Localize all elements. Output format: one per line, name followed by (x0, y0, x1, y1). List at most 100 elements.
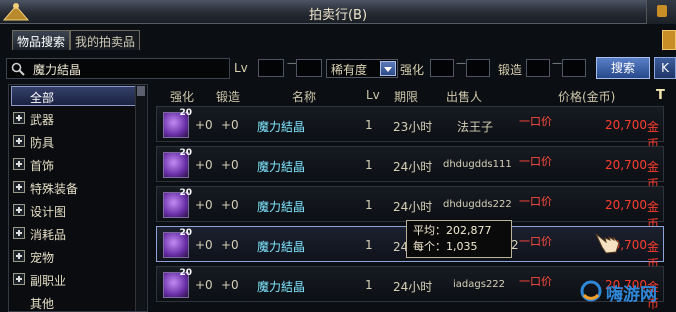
crystal-item-icon: 20 (163, 188, 192, 218)
auction-row[interactable]: 20 +0 +0 魔力結晶 1 24小时 dhdugdds222 一口价 20,… (156, 186, 664, 231)
row-level: 1 (365, 278, 373, 292)
row-enhance: +0 (195, 238, 213, 252)
expand-plus-icon[interactable] (13, 250, 25, 262)
forge-dash: — (552, 58, 562, 69)
category-label: 全部 (30, 91, 55, 105)
item-icon-level: 20 (179, 188, 192, 198)
item-icon-level: 20 (179, 228, 192, 238)
expand-plus-icon[interactable] (13, 273, 25, 285)
item-icon-level: 20 (179, 148, 192, 158)
row-item-name: 魔力結晶 (257, 280, 306, 294)
level-min-input[interactable] (258, 59, 284, 77)
column-header-enhance[interactable]: 强化 (170, 88, 194, 105)
tab-my-auctions[interactable]: 我的拍卖品 (70, 30, 141, 50)
row-duration: 24小时 (393, 160, 433, 174)
category-pet[interactable]: 宠物 (11, 247, 137, 267)
search-button[interactable]: 搜索 (596, 57, 650, 79)
row-price: 20,700 (605, 158, 647, 172)
item-icon-level: 20 (179, 108, 192, 118)
category-list: 全部 武器 防具 首饰 特殊装备 设计图 消耗品 宠物 副职业 其他 (8, 84, 148, 312)
watermark-logo-icon (580, 280, 602, 302)
enhance-min-input[interactable] (430, 59, 454, 77)
chevron-down-icon[interactable] (380, 61, 396, 76)
column-header-duration[interactable]: 期限 (394, 88, 418, 105)
row-duration: 24小时 (393, 200, 433, 214)
row-buynow-label: 一口价 (519, 275, 552, 288)
expand-plus-icon[interactable] (13, 227, 25, 239)
rarity-select[interactable]: 稀有度 (326, 59, 398, 78)
tooltip-each-label: 每个： (413, 240, 446, 253)
row-buynow-label: 一口价 (519, 155, 552, 168)
row-enhance: +0 (195, 198, 213, 212)
category-sub-job[interactable]: 副职业 (11, 270, 137, 290)
category-other[interactable]: 其他 (11, 293, 137, 311)
row-enhance: +0 (195, 278, 213, 292)
auction-row[interactable]: 20 +0 +0 魔力結晶 1 23小时 法王子 一口价 20,700 金币 (156, 106, 664, 151)
tab-item-search[interactable]: 物品搜索 (12, 30, 71, 50)
search-input-value: 魔力結晶 (33, 63, 82, 77)
tooltip-average-line: 平均：202,877 (413, 223, 505, 239)
expand-plus-icon[interactable] (13, 204, 25, 216)
row-item-name: 魔力結晶 (257, 240, 306, 254)
column-header-name[interactable]: 名称 (292, 88, 316, 105)
search-input[interactable]: 魔力結晶 (6, 58, 230, 79)
level-max-input[interactable] (296, 59, 322, 77)
tab-bar: 物品搜索 我的拍卖品 (12, 30, 141, 50)
expand-plus-icon[interactable] (13, 112, 25, 124)
category-blueprint[interactable]: 设计图 (11, 201, 137, 221)
window-titlebar: 拍卖行(B) (0, 0, 676, 24)
tooltip-average-label: 平均： (413, 224, 446, 237)
row-seller: dhdugdds111 (443, 159, 512, 170)
row-level: 1 (365, 158, 373, 172)
row-item-name: 魔力結晶 (257, 200, 306, 214)
row-duration: 24小时 (393, 280, 433, 294)
enhance-dash: — (456, 58, 466, 69)
row-seller: 2 (511, 238, 519, 252)
price-tooltip: 平均：202,877 每个：1,035 (406, 220, 512, 258)
expand-plus-icon[interactable] (13, 135, 25, 147)
tooltip-average-value: 202,877 (446, 224, 492, 237)
category-scrollbar[interactable] (135, 85, 146, 311)
next-page-button[interactable]: K (654, 57, 676, 79)
crystal-item-icon: 20 (163, 108, 192, 138)
column-header-level[interactable]: Lv (366, 88, 380, 102)
row-buynow-label: 一口价 (519, 115, 552, 128)
search-icon (11, 62, 25, 76)
column-header-seller[interactable]: 出售人 (446, 88, 482, 105)
expand-plus-icon[interactable] (13, 181, 25, 193)
auction-row[interactable]: 20 +0 +0 魔力結晶 1 24小时 dhdugdds111 一口价 20,… (156, 146, 664, 191)
window-menu-button[interactable] (646, 0, 676, 24)
category-special-gear[interactable]: 特殊装备 (11, 178, 137, 198)
crystal-item-icon: 20 (163, 268, 192, 298)
column-header-forge[interactable]: 锻造 (216, 88, 240, 105)
row-seller: 法王子 (457, 120, 494, 134)
category-label: 消耗品 (30, 228, 67, 242)
window-title: 拍卖行(B) (308, 8, 368, 23)
category-label: 首饰 (30, 159, 55, 173)
category-label: 其他 (30, 297, 55, 311)
row-enhance: +0 (195, 118, 213, 132)
category-jewelry[interactable]: 首饰 (11, 155, 137, 175)
column-header-price[interactable]: 价格(金币) (558, 88, 615, 105)
row-level: 1 (365, 198, 373, 212)
category-weapon[interactable]: 武器 (11, 109, 137, 129)
pin-icon[interactable]: T (656, 88, 665, 103)
expand-plus-icon[interactable] (13, 158, 25, 170)
side-panel-toggle[interactable] (662, 30, 676, 50)
row-seller: iadags222 (453, 279, 506, 290)
forge-label: 锻造 (498, 63, 523, 77)
site-watermark: 嗨游网 (580, 276, 676, 306)
row-duration: 23小时 (393, 120, 433, 134)
row-enhance: +0 (195, 158, 213, 172)
row-price: 20,700 (605, 118, 647, 132)
category-label: 设计图 (30, 205, 67, 219)
forge-min-input[interactable] (526, 59, 550, 77)
category-label: 特殊装备 (30, 182, 79, 196)
forge-max-input[interactable] (562, 59, 586, 77)
enhance-max-input[interactable] (466, 59, 490, 77)
row-forge: +0 (221, 118, 239, 132)
category-consumable[interactable]: 消耗品 (11, 224, 137, 244)
category-armor[interactable]: 防具 (11, 132, 137, 152)
level-label: Lv (234, 61, 248, 75)
category-all[interactable]: 全部 (11, 86, 137, 106)
